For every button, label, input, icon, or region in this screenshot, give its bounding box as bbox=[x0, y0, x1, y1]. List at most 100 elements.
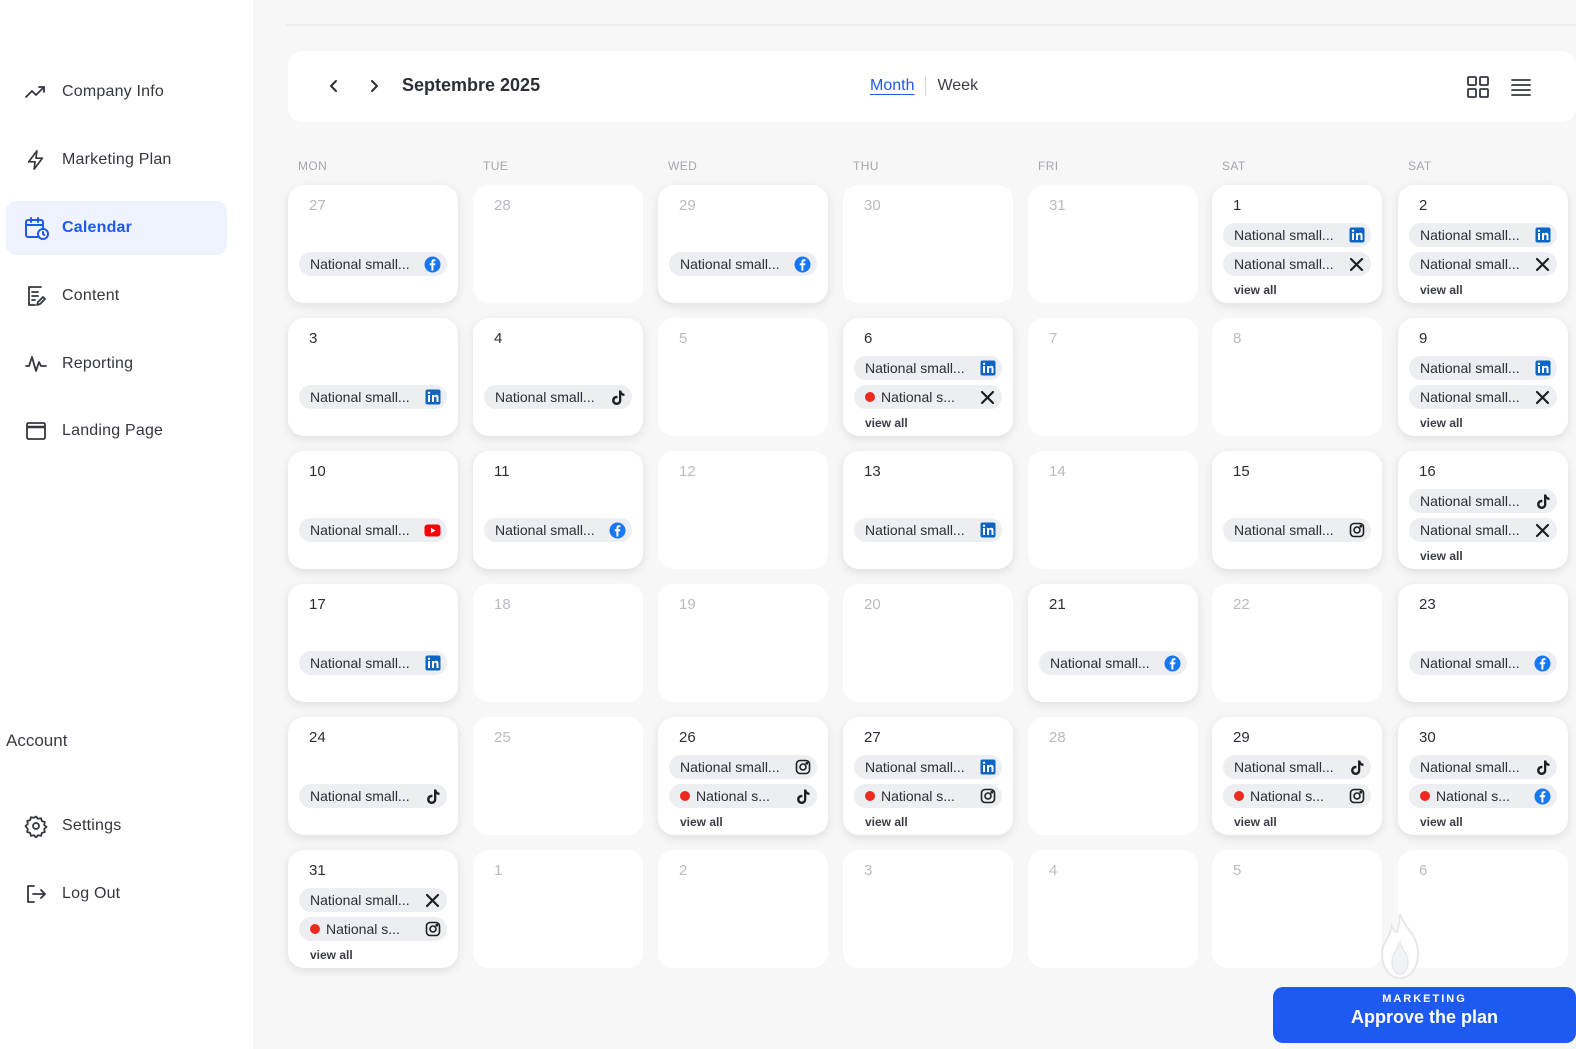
post-chip[interactable]: National small... bbox=[484, 518, 632, 542]
post-chip[interactable]: National small... bbox=[1409, 252, 1557, 276]
calendar-day-cell[interactable]: 31 bbox=[1028, 185, 1198, 303]
calendar-day-cell[interactable]: 22 bbox=[1212, 584, 1382, 702]
next-month-button[interactable] bbox=[361, 73, 387, 99]
post-chip[interactable]: National small... bbox=[1409, 755, 1557, 779]
post-chip[interactable]: National s... bbox=[854, 385, 1002, 409]
calendar-day-cell[interactable]: 28 bbox=[473, 185, 643, 303]
post-chip[interactable]: National small... bbox=[854, 755, 1002, 779]
post-chip[interactable]: National small... bbox=[299, 651, 447, 675]
post-chip[interactable]: National small... bbox=[299, 518, 447, 542]
calendar-day-cell[interactable]: 2 bbox=[658, 850, 828, 968]
calendar-day-cell[interactable]: 16 National small... National small... view… bbox=[1398, 451, 1568, 569]
calendar-day-cell[interactable]: 30 bbox=[843, 185, 1013, 303]
calendar-day-cell[interactable]: 18 bbox=[473, 584, 643, 702]
calendar-day-cell[interactable]: 11 National small... bbox=[473, 451, 643, 569]
calendar-day-cell[interactable]: 14 bbox=[1028, 451, 1198, 569]
previous-month-button[interactable] bbox=[321, 73, 347, 99]
calendar-day-cell[interactable]: 3 National small... bbox=[288, 318, 458, 436]
view-all-link[interactable]: view all bbox=[865, 416, 908, 430]
tab-week[interactable]: Week bbox=[937, 77, 978, 95]
sidebar-item-label: Reporting bbox=[62, 355, 134, 372]
calendar-day-cell[interactable]: 25 bbox=[473, 717, 643, 835]
post-chip[interactable]: National small... bbox=[1223, 252, 1371, 276]
calendar-day-cell[interactable]: 19 bbox=[658, 584, 828, 702]
calendar-day-cell[interactable]: 24 National small... bbox=[288, 717, 458, 835]
post-chip[interactable]: National small... bbox=[299, 252, 447, 276]
post-chip[interactable]: National small... bbox=[669, 755, 817, 779]
post-chip[interactable]: National small... bbox=[669, 252, 817, 276]
sidebar-item-log-out[interactable]: Log Out bbox=[6, 867, 227, 921]
sidebar-item-calendar[interactable]: Calendar bbox=[6, 201, 227, 255]
calendar-day-cell[interactable]: 3 bbox=[843, 850, 1013, 968]
post-chip[interactable]: National s... bbox=[1223, 784, 1371, 808]
calendar-day-cell[interactable]: 31 National small... National s... view all bbox=[288, 850, 458, 968]
approve-plan-button[interactable]: MARKETING Approve the plan bbox=[1273, 987, 1576, 1043]
calendar-day-cell[interactable]: 5 bbox=[1212, 850, 1382, 968]
calendar-day-cell[interactable]: 7 bbox=[1028, 318, 1198, 436]
post-chip[interactable]: National small... bbox=[854, 518, 1002, 542]
post-chip[interactable]: National small... bbox=[1409, 651, 1557, 675]
calendar-day-cell[interactable]: 21 National small... bbox=[1028, 584, 1198, 702]
calendar-day-cell[interactable]: 27 National small... National s... view all bbox=[843, 717, 1013, 835]
calendar-day-cell[interactable]: 23 National small... bbox=[1398, 584, 1568, 702]
post-chip[interactable]: National small... bbox=[1223, 223, 1371, 247]
post-chip[interactable]: National s... bbox=[1409, 784, 1557, 808]
sidebar-item-landing-page[interactable]: Landing Page bbox=[6, 404, 227, 458]
sidebar-item-settings[interactable]: Settings bbox=[6, 799, 227, 853]
list-view-button[interactable] bbox=[1507, 73, 1535, 101]
sidebar-item-company-info[interactable]: Company Info bbox=[6, 65, 227, 119]
calendar-day-cell[interactable]: 27 National small... bbox=[288, 185, 458, 303]
calendar-day-cell[interactable]: 1 bbox=[473, 850, 643, 968]
post-chip[interactable]: National s... bbox=[299, 917, 447, 941]
post-chip[interactable]: National s... bbox=[669, 784, 817, 808]
view-all-link[interactable]: view all bbox=[1234, 283, 1277, 297]
post-chip[interactable]: National small... bbox=[1409, 356, 1557, 380]
grid-view-button[interactable] bbox=[1464, 73, 1492, 101]
calendar-day-cell[interactable]: 30 National small... National s... view all bbox=[1398, 717, 1568, 835]
calendar-day-cell[interactable]: 2 National small... National small... view … bbox=[1398, 185, 1568, 303]
view-all-link[interactable]: view all bbox=[1234, 815, 1277, 829]
sidebar-item-content[interactable]: Content bbox=[6, 269, 227, 323]
calendar-day-cell[interactable]: 5 bbox=[658, 318, 828, 436]
post-chip[interactable]: National small... bbox=[1223, 518, 1371, 542]
calendar-day-cell[interactable]: 28 bbox=[1028, 717, 1198, 835]
view-all-link[interactable]: view all bbox=[865, 815, 908, 829]
calendar-day-cell[interactable]: 8 bbox=[1212, 318, 1382, 436]
post-chip[interactable]: National small... bbox=[299, 888, 447, 912]
sidebar-item-marketing-plan[interactable]: Marketing Plan bbox=[6, 133, 227, 187]
post-chip[interactable]: National small... bbox=[1409, 223, 1557, 247]
post-chip[interactable]: National small... bbox=[1409, 518, 1557, 542]
calendar-day-cell[interactable]: 26 National small... National s... view all bbox=[658, 717, 828, 835]
calendar-day-cell[interactable]: 4 National small... bbox=[473, 318, 643, 436]
calendar-day-cell[interactable]: 15 National small... bbox=[1212, 451, 1382, 569]
view-all-link[interactable]: view all bbox=[1420, 416, 1463, 430]
calendar-day-cell[interactable]: 20 bbox=[843, 584, 1013, 702]
post-chip[interactable]: National small... bbox=[299, 784, 447, 808]
post-chip[interactable]: National small... bbox=[854, 356, 1002, 380]
calendar-day-cell[interactable]: 13 National small... bbox=[843, 451, 1013, 569]
calendar-day-cell[interactable]: 4 bbox=[1028, 850, 1198, 968]
post-chip[interactable]: National s... bbox=[854, 784, 1002, 808]
post-chip[interactable]: National small... bbox=[484, 385, 632, 409]
calendar-day-cell[interactable]: 12 bbox=[658, 451, 828, 569]
view-all-link[interactable]: view all bbox=[680, 815, 723, 829]
calendar-day-cell[interactable]: 1 National small... National small... view … bbox=[1212, 185, 1382, 303]
calendar-day-cell[interactable]: 17 National small... bbox=[288, 584, 458, 702]
post-chip[interactable]: National small... bbox=[1223, 755, 1371, 779]
post-chip[interactable]: National small... bbox=[1409, 489, 1557, 513]
post-chip[interactable]: National small... bbox=[1409, 385, 1557, 409]
post-chip[interactable]: National small... bbox=[299, 385, 447, 409]
calendar-day-cell[interactable]: 29 National small... bbox=[658, 185, 828, 303]
sidebar-item-reporting[interactable]: Reporting bbox=[6, 337, 227, 391]
view-all-link[interactable]: view all bbox=[310, 948, 353, 962]
view-all-link[interactable]: view all bbox=[1420, 283, 1463, 297]
calendar-day-cell[interactable]: 9 National small... National small... view … bbox=[1398, 318, 1568, 436]
tab-month[interactable]: Month bbox=[870, 77, 914, 95]
calendar-day-cell[interactable]: 29 National small... National s... view all bbox=[1212, 717, 1382, 835]
view-all-link[interactable]: view all bbox=[1420, 549, 1463, 563]
post-chip[interactable]: National small... bbox=[1039, 651, 1187, 675]
calendar-day-cell[interactable]: 10 National small... bbox=[288, 451, 458, 569]
view-all-link[interactable]: view all bbox=[1420, 815, 1463, 829]
calendar-day-cell[interactable]: 6 National small... National s... view all bbox=[843, 318, 1013, 436]
linkedin-icon bbox=[1348, 227, 1365, 244]
